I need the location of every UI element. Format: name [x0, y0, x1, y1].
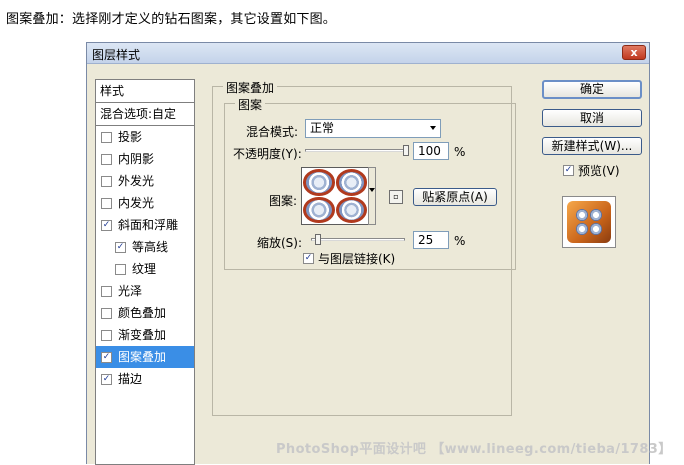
checkbox-checked[interactable]: ✓	[101, 352, 112, 363]
link-with-layer-checkbox[interactable]: ✓	[303, 253, 314, 264]
snap-to-origin-button[interactable]: 贴紧原点(A)	[413, 188, 497, 206]
blend-mode-label: 混合模式:	[246, 125, 299, 139]
preview-swatch	[567, 201, 611, 243]
chevron-down-icon	[430, 126, 436, 130]
blend-options-item[interactable]: 混合选项:自定	[96, 103, 194, 126]
style-item-stroke[interactable]: ✓ 描边	[96, 368, 194, 390]
style-item-label: 内发光	[118, 196, 155, 210]
diamond-pattern-tile	[303, 169, 335, 196]
opacity-label: 不透明度(Y):	[233, 147, 302, 161]
style-item-inner-shadow[interactable]: 内阴影	[96, 148, 194, 170]
style-item-gradient-overlay[interactable]: 渐变叠加	[96, 324, 194, 346]
style-item-contour[interactable]: ✓ 等高线	[96, 236, 194, 258]
pattern-label: 图案:	[269, 194, 298, 208]
style-item-label: 投影	[118, 130, 143, 144]
pattern-picker-dropdown[interactable]	[368, 167, 376, 225]
style-item-pattern-overlay[interactable]: ✓ 图案叠加	[96, 346, 194, 368]
new-preset-icon[interactable]: ▫	[389, 190, 403, 204]
style-item-drop-shadow[interactable]: 投影	[96, 126, 194, 148]
checkbox[interactable]	[101, 154, 112, 165]
style-item-satin[interactable]: 光泽	[96, 280, 194, 302]
checkbox[interactable]	[101, 286, 112, 297]
style-item-label: 等高线	[132, 240, 169, 254]
styles-list: 样式 混合选项:自定 投影 内阴影 外发光 内发光 ✓ 斜面和浮雕 ✓ 等高线 纹理…	[95, 79, 195, 465]
blend-mode-select[interactable]: 正常	[305, 119, 441, 138]
style-item-label: 斜面和浮雕	[118, 218, 179, 232]
opacity-slider[interactable]	[305, 149, 409, 152]
opacity-unit: %	[454, 145, 466, 159]
style-item-outer-glow[interactable]: 外发光	[96, 170, 194, 192]
cancel-button[interactable]: 取消	[542, 109, 642, 127]
layer-style-dialog: 图层样式 x 样式 混合选项:自定 投影 内阴影 外发光 内发光 ✓ 斜面和浮雕 …	[86, 42, 650, 465]
scale-label: 缩放(S):	[257, 236, 303, 250]
subgroup-title: 图案	[235, 96, 266, 113]
scale-slider-handle[interactable]	[315, 234, 322, 245]
close-button[interactable]: x	[622, 45, 646, 60]
style-item-label: 图案叠加	[118, 350, 167, 364]
checkbox-checked[interactable]: ✓	[115, 242, 126, 253]
diamond-pattern-tile	[335, 196, 367, 223]
style-item-label: 纹理	[132, 262, 157, 276]
checkbox-checked[interactable]: ✓	[101, 374, 112, 385]
caption-text: 图案叠加：选择刚才定义的钻石图案，其它设置如下图。	[6, 12, 337, 27]
scale-unit: %	[454, 234, 466, 248]
blend-mode-value: 正常	[310, 121, 335, 135]
style-item-texture[interactable]: 纹理	[96, 258, 194, 280]
style-item-label: 光泽	[118, 284, 143, 298]
style-item-inner-glow[interactable]: 内发光	[96, 192, 194, 214]
style-preview-thumbnail	[562, 196, 616, 248]
checkbox-checked[interactable]: ✓	[101, 220, 112, 231]
checkbox[interactable]	[101, 132, 112, 143]
checkbox[interactable]	[115, 264, 126, 275]
checkbox[interactable]	[101, 308, 112, 319]
checkbox[interactable]	[101, 176, 112, 187]
group-title: 图案叠加	[223, 79, 278, 96]
ok-button[interactable]: 确定	[542, 80, 642, 99]
preview-label: 预览(V)	[578, 164, 620, 178]
preview-checkbox[interactable]: ✓	[563, 165, 574, 176]
watermark-text: PhotoShop平面设计吧 【www.lineeg.com/tieba/178…	[276, 442, 672, 457]
style-item-label: 外发光	[118, 174, 155, 188]
style-item-bevel-emboss[interactable]: ✓ 斜面和浮雕	[96, 214, 194, 236]
style-item-label: 描边	[118, 372, 143, 386]
scale-input[interactable]: 25	[413, 231, 449, 249]
diamond-pattern-tile	[303, 196, 335, 223]
new-style-button[interactable]: 新建样式(W)...	[542, 137, 642, 155]
window-title: 图层样式	[92, 48, 141, 62]
diamond-pattern-tile	[335, 169, 367, 196]
link-with-layer-label: 与图层链接(K)	[318, 252, 396, 266]
style-item-label: 颜色叠加	[118, 306, 167, 320]
styles-header[interactable]: 样式	[96, 80, 194, 103]
pattern-swatch[interactable]	[301, 167, 369, 225]
opacity-slider-handle[interactable]	[403, 145, 409, 156]
title-bar: 图层样式 x	[87, 43, 649, 64]
style-item-color-overlay[interactable]: 颜色叠加	[96, 302, 194, 324]
style-item-label: 内阴影	[118, 152, 155, 166]
opacity-input[interactable]: 100	[413, 142, 449, 160]
scale-slider[interactable]	[311, 238, 405, 241]
checkbox[interactable]	[101, 330, 112, 341]
checkbox[interactable]	[101, 198, 112, 209]
style-item-label: 渐变叠加	[118, 328, 167, 342]
